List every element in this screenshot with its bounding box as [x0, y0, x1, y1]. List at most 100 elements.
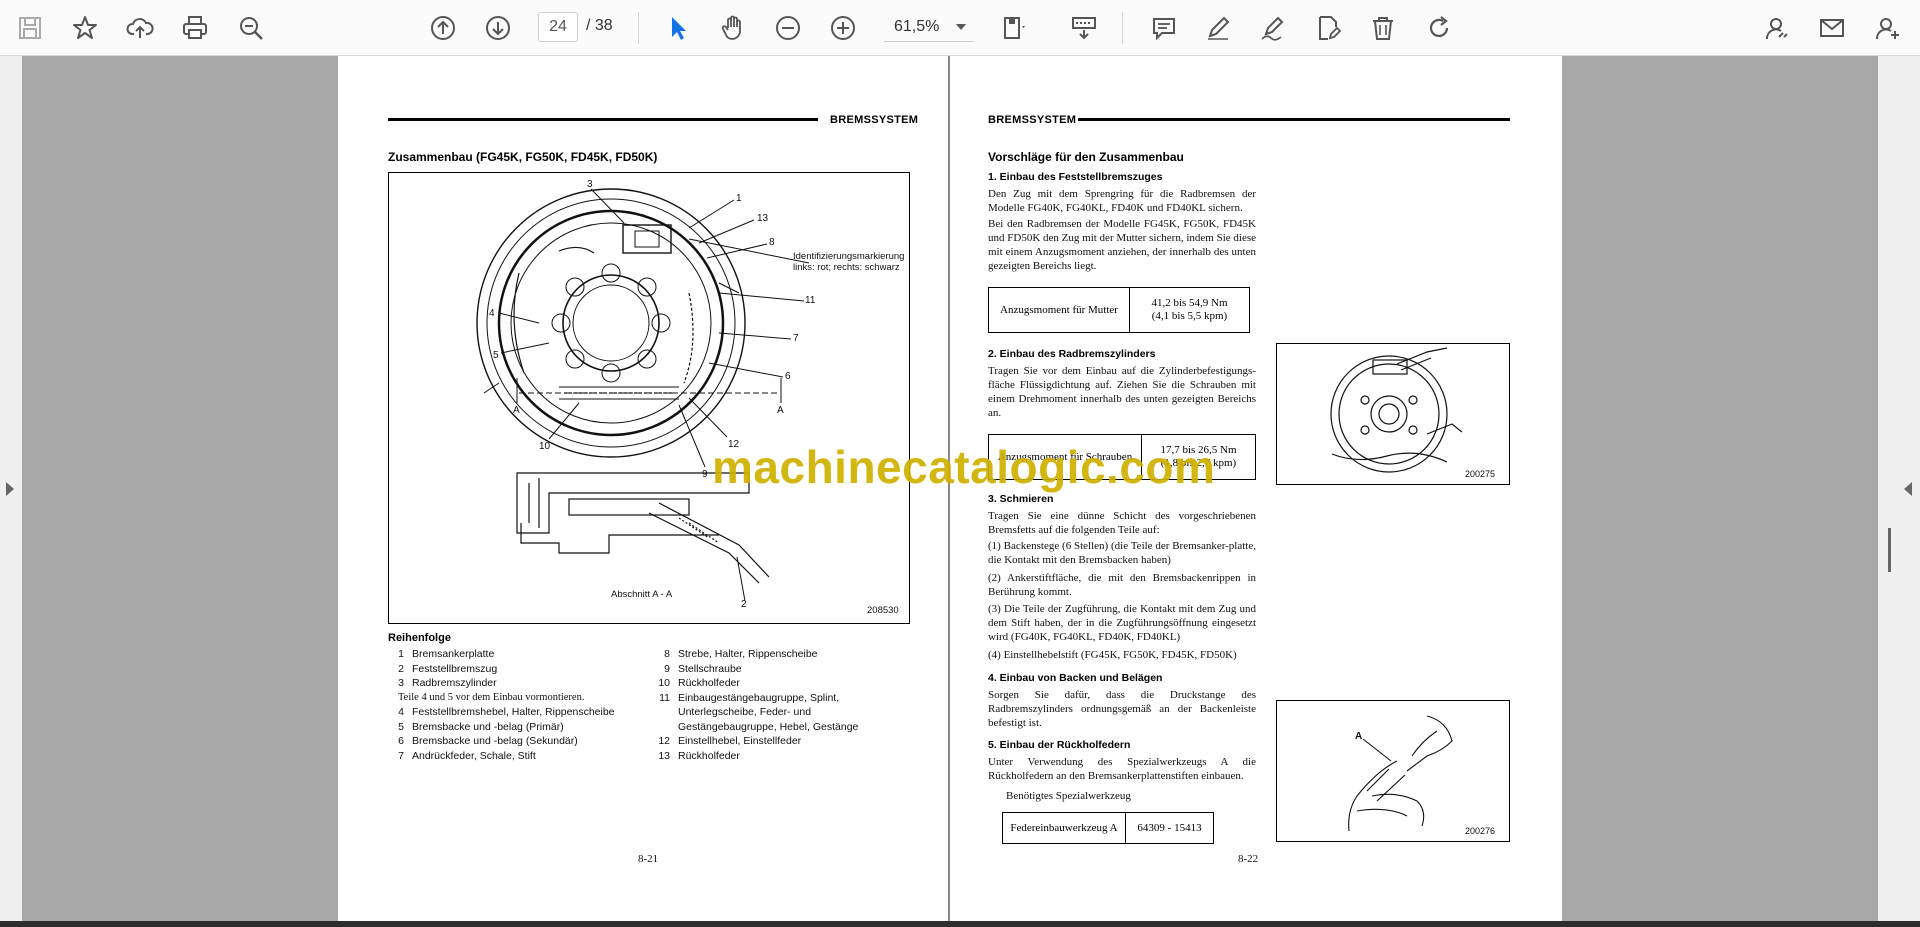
list-item: Unterlegscheibe, Feder- und	[654, 705, 914, 720]
separator	[1122, 12, 1123, 44]
legend-list-left: 1 Bremsankerplatte 2 Feststellbremszug 3 Ra…	[388, 647, 658, 763]
mail-icon[interactable]	[1814, 10, 1850, 46]
list-item: Gestängebaugruppe, Hebel, Gestänge	[654, 720, 914, 735]
list-item: 5 Bremsbacke und -belag (Primär)	[388, 720, 658, 735]
list-item: 6 Bremsbacke und -belag (Sekundär)	[388, 734, 658, 749]
item-text: Strebe, Halter, Rippenscheibe	[678, 648, 818, 660]
step-3-item: (3) Die Teile der Zugführung, die Kontak…	[988, 603, 1256, 643]
step-1-paragraph-1: Den Zug mit dem Sprengring für die Radbr…	[988, 188, 1256, 214]
select-pointer-icon[interactable]	[660, 10, 696, 46]
item-text: Unterlegscheibe, Feder- und	[678, 706, 812, 718]
annotation-line-2: links: rot; rechts: schwarz	[793, 262, 900, 273]
torque-table-nut: Anzugsmoment für Mutter 41,2 bis 54,9 Nm…	[988, 287, 1250, 333]
step-3-item: (2) Ankerstiftfläche, die mit den Bremsb…	[988, 572, 1256, 598]
upload-cloud-icon[interactable]	[122, 10, 158, 46]
item-number: 12	[658, 735, 670, 747]
item-text: Bremsankerplatte	[412, 648, 495, 660]
header-rule	[388, 118, 818, 121]
sign-icon[interactable]	[1255, 10, 1291, 46]
item-text: Feststellbremshebel, Halter, Rippenschei…	[412, 706, 615, 718]
delete-icon[interactable]	[1365, 10, 1401, 46]
expand-right-panel-icon[interactable]	[1904, 482, 1912, 496]
expand-left-panel-icon[interactable]	[6, 482, 14, 496]
list-item: 4 Feststellbremshebel, Halter, Rippensche…	[388, 705, 658, 720]
tool-number: 64309 - 15413	[1125, 812, 1214, 844]
step-5-subtitle: Benötigtes Spezialwerkzeug	[1006, 790, 1131, 802]
figure-wheel-cylinder: 200275	[1276, 343, 1510, 485]
list-item: 3 Radbremszylinder	[388, 676, 658, 691]
print-icon[interactable]	[177, 10, 213, 46]
list-item: 1 Bremsankerplatte	[388, 647, 658, 662]
page-down-icon[interactable]	[480, 10, 516, 46]
page-number: 8-22	[1238, 853, 1259, 865]
figure-number: 200275	[1465, 469, 1495, 479]
tool-label: Federeinbauwerkzeug A	[1002, 812, 1126, 844]
pen-icon[interactable]	[1200, 10, 1236, 46]
step-2-paragraph: Tragen Sie vor dem Einbau auf die Zylind…	[988, 365, 1256, 419]
section-title: Zusammenbau (FG45K, FG50K, FD45K, FD50K)	[388, 150, 658, 164]
special-tool-table: Federeinbauwerkzeug A 64309 - 15413	[1002, 812, 1214, 844]
zoom-select[interactable]: 61,5%	[884, 12, 974, 42]
list-item: 12 Einstellhebel, Einstellfeder	[654, 734, 914, 749]
bookmark-star-icon[interactable]	[67, 10, 103, 46]
share-link-icon[interactable]	[1758, 10, 1794, 46]
step-1-paragraph-2: Bei den Radbremsen der Modelle FG45K, FG…	[988, 218, 1256, 272]
callout-4: 4	[489, 308, 495, 319]
comment-icon[interactable]	[1146, 10, 1182, 46]
item-text: Einbaugestängebaugruppe, Splint,	[678, 691, 840, 704]
item-text: Andrückfeder, Schale, Stift	[412, 749, 536, 762]
item-number: 7	[398, 749, 404, 762]
legend-list-right: 8 Strebe, Halter, Rippenscheibe 9 Stellsch…	[654, 647, 914, 763]
item-number: 3	[398, 677, 404, 689]
zoom-out-icon[interactable]	[770, 10, 806, 46]
step-4-title: 4. Einbau von Backen und Belägen	[988, 672, 1163, 684]
annotation-line-1: Identifizierungsmarkierung	[793, 251, 904, 262]
step-3-item: (4) Einstellhebelstift (FG45K, FG50K, FD…	[988, 649, 1237, 661]
add-user-icon[interactable]	[1870, 10, 1906, 46]
callout-6: 6	[785, 371, 791, 382]
callout-a-left: A	[513, 405, 520, 416]
step-2-title: 2. Einbau des Radbremszylinders	[988, 348, 1156, 360]
item-text: Bremsbacke und -belag (Primär)	[412, 720, 564, 733]
callout-a-right: A	[777, 405, 784, 416]
callout-3: 3	[587, 179, 593, 190]
tool-callout-a: A	[1355, 731, 1362, 742]
zoom-search-icon[interactable]	[233, 10, 269, 46]
callout-8: 8	[769, 237, 775, 248]
torque-nm: 41,2 bis 54,9 Nm	[1151, 297, 1228, 309]
step-4-paragraph: Sorgen Sie dafür, dass die Druckstange d…	[988, 689, 1256, 729]
scrollbar-thumb[interactable]	[1888, 528, 1891, 572]
torque-kpm: (4,1 bis 5,5 kpm)	[1151, 310, 1228, 322]
save-icon[interactable]	[12, 10, 48, 46]
item-text: Feststellbremszug	[412, 662, 498, 675]
legend-title: Reihenfolge	[388, 632, 451, 644]
item-text: Rückholfeder	[678, 677, 740, 689]
page-number-input[interactable]: 24	[538, 12, 578, 42]
item-text: Gestängebaugruppe, Hebel, Gestänge	[678, 720, 859, 733]
list-item: 10 Rückholfeder	[654, 676, 914, 691]
step-3-title: 3. Schmieren	[988, 493, 1054, 505]
callout-1: 1	[736, 193, 742, 204]
hand-pan-icon[interactable]	[715, 10, 751, 46]
callout-7: 7	[793, 333, 799, 344]
wheel-cylinder-drawing: 200275	[1330, 347, 1495, 479]
page-up-icon[interactable]	[425, 10, 461, 46]
figure-number: 208530	[867, 605, 899, 616]
edit-pdf-icon[interactable]	[1310, 10, 1346, 46]
section-label: Abschnitt A - A	[611, 589, 673, 600]
list-item: 8 Strebe, Halter, Rippenscheibe	[654, 647, 914, 662]
callout-10: 10	[539, 441, 551, 452]
callout-9: 9	[702, 469, 708, 480]
callout-13: 13	[757, 213, 769, 224]
item-number: 2	[398, 662, 404, 675]
right-panel-strip	[1878, 56, 1920, 921]
step-1-title: 1. Einbau des Feststellbremszuges	[988, 171, 1163, 183]
step-3-paragraph: Tragen Sie eine dünne Schicht des vorges…	[988, 510, 1256, 536]
page-total: / 38	[586, 17, 613, 34]
page-fit-icon[interactable]	[996, 10, 1032, 46]
return-spring-drawing: A 200276	[1348, 715, 1495, 836]
scroll-mode-icon[interactable]	[1066, 10, 1102, 46]
rotate-icon[interactable]	[1421, 10, 1457, 46]
item-text: Einstellhebel, Einstellfeder	[678, 735, 802, 747]
zoom-in-icon[interactable]	[825, 10, 861, 46]
